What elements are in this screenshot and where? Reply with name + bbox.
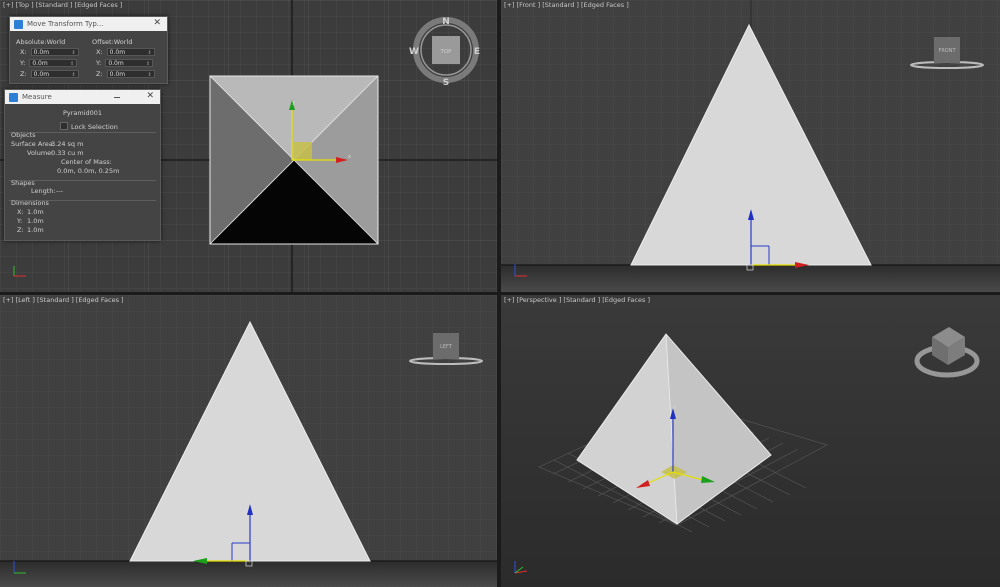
- lock-selection-checkbox[interactable]: Lock Selection: [60, 122, 118, 131]
- gizmo-y-label: y: [292, 100, 295, 106]
- viewport-left[interactable]: z LEFT [+] [Left ] [Standard ] [Edged Fa…: [0, 295, 497, 587]
- viewport-perspective-label[interactable]: [+] [Perspective ] [Standard ] [Edged Fa…: [504, 296, 650, 304]
- compass-w: W: [409, 47, 419, 57]
- off-z-field[interactable]: 0.0m ⇕: [106, 70, 155, 79]
- object-name: Pyramid001: [62, 109, 103, 117]
- surface-area-label: Surface Area:: [11, 140, 55, 148]
- app-icon: [9, 92, 18, 102]
- gizmo-z-label: z: [751, 206, 754, 212]
- dimensions-header: Dimensions: [11, 199, 49, 207]
- close-icon[interactable]: ✕: [146, 91, 154, 101]
- objects-header: Objects: [11, 131, 36, 139]
- abs-y-field[interactable]: 0.0m ⇕: [29, 59, 78, 68]
- gizmo-z-label-left: z: [250, 501, 253, 507]
- move-transform-dialog: Move Transform Typ... ✕ Absolute:World O…: [9, 16, 168, 84]
- spinner-icon[interactable]: ⇕: [146, 60, 150, 68]
- off-x-label: X:: [96, 48, 103, 56]
- abs-x-label: X:: [20, 48, 27, 56]
- dim-y-label: Y:: [17, 217, 23, 225]
- spinner-icon[interactable]: ⇕: [71, 71, 75, 79]
- measure-title: Measure: [22, 93, 52, 101]
- center-of-mass-label: Center of Mass:: [61, 158, 112, 166]
- move-dialog-titlebar[interactable]: Move Transform Typ... ✕: [10, 17, 167, 31]
- dim-x-value: 1.0m: [27, 208, 44, 216]
- absolute-world-label: Absolute:World: [16, 38, 66, 46]
- abs-z-field[interactable]: 0.0m ⇕: [30, 70, 79, 79]
- viewport-top-label[interactable]: [+] [Top ] [Standard ] [Edged Faces ]: [3, 1, 122, 9]
- spinner-icon[interactable]: ⇕: [71, 49, 75, 57]
- checkbox-icon[interactable]: [60, 122, 68, 130]
- left-viewport-canvas: z LEFT: [0, 295, 497, 587]
- viewcube-front-label: FRONT: [938, 48, 956, 54]
- spinner-icon[interactable]: ⇕: [70, 60, 74, 68]
- app-icon: [14, 19, 23, 29]
- viewport-perspective[interactable]: z [+] [Perspective ] [Standard ] [Edged …: [501, 295, 1000, 587]
- off-z-label: Z:: [96, 70, 103, 78]
- offset-world-label: Offset:World: [92, 38, 133, 46]
- off-y-label: Y:: [96, 59, 102, 67]
- close-icon[interactable]: ✕: [153, 18, 161, 28]
- center-of-mass-value: 0.0m, 0.0m, 0.25m: [57, 167, 120, 175]
- viewport-front-label[interactable]: [+] [Front ] [Standard ] [Edged Faces ]: [504, 1, 629, 9]
- perspective-viewport-canvas: z: [501, 295, 1000, 587]
- viewport-left-label[interactable]: [+] [Left ] [Standard ] [Edged Faces ]: [3, 296, 124, 304]
- compass-s: S: [443, 78, 449, 88]
- viewport-front[interactable]: z FRONT [+] [Front ] [Standard ] [Edged …: [501, 0, 1000, 292]
- dim-y-value: 1.0m: [27, 217, 44, 225]
- minimize-icon[interactable]: [114, 97, 120, 98]
- spinner-icon[interactable]: ⇕: [147, 49, 151, 57]
- dim-z-label: Z:: [17, 226, 24, 234]
- abs-y-label: Y:: [20, 59, 26, 67]
- move-dialog-title: Move Transform Typ...: [27, 20, 104, 28]
- surface-area-value: 3.24 sq m: [51, 140, 84, 148]
- viewcube-left-label: LEFT: [440, 344, 453, 350]
- shapes-header: Shapes: [11, 179, 35, 187]
- volume-value: 0.33 cu m: [51, 149, 84, 157]
- lock-selection-label: Lock Selection: [71, 123, 118, 131]
- spinner-icon[interactable]: ⇕: [147, 71, 151, 79]
- dim-z-value: 1.0m: [27, 226, 44, 234]
- front-viewport-canvas: z FRONT: [501, 0, 1000, 292]
- volume-label: Volume:: [27, 149, 54, 157]
- length-label: Length:: [31, 187, 56, 195]
- measure-panel: Measure ✕ Pyramid001 Lock Selection Obje…: [4, 89, 161, 241]
- gizmo-z-label-persp: z: [673, 405, 676, 411]
- length-value: ---: [56, 187, 64, 195]
- abs-z-label: Z:: [20, 70, 27, 78]
- dim-x-label: X:: [17, 208, 24, 216]
- off-y-field[interactable]: 0.0m ⇕: [105, 59, 154, 68]
- off-x-field[interactable]: 0.0m ⇕: [106, 48, 155, 57]
- abs-x-field[interactable]: 0.0m ⇕: [30, 48, 79, 57]
- viewcube-top-label: TOP: [439, 49, 452, 55]
- compass-e: E: [474, 47, 480, 57]
- compass-n: N: [442, 17, 450, 27]
- gizmo-x-label: x: [348, 154, 351, 160]
- measure-titlebar[interactable]: Measure ✕: [5, 90, 160, 104]
